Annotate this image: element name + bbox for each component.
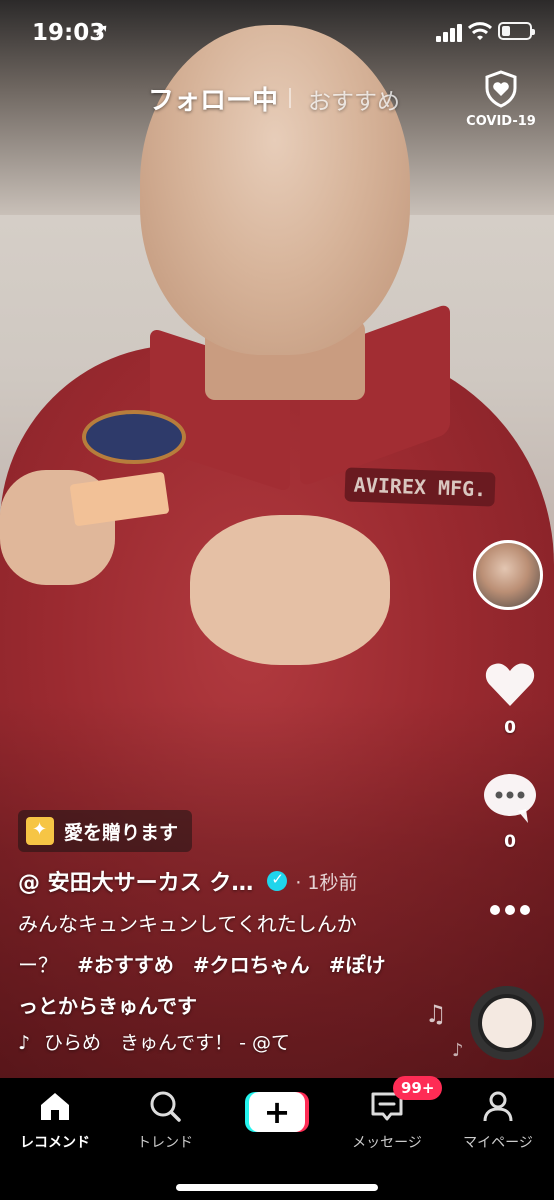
video-name-tag: AVIREX MFG.	[344, 467, 496, 507]
hashtag-link[interactable]: #おすすめ	[77, 953, 174, 977]
nav-profile-label: マイページ	[463, 1135, 533, 1151]
nav-trend[interactable]: トレンド	[115, 1088, 215, 1152]
caption-line-2: ー？ #おすすめ #クロちゃん #ぽけ	[18, 945, 428, 986]
video-hand-right	[190, 515, 390, 665]
comment-icon[interactable]	[482, 771, 538, 825]
hashtag-link[interactable]: #ぽけ	[329, 953, 386, 977]
status-bar: 19:03 ➚	[0, 0, 554, 64]
like-count: 0	[504, 718, 516, 738]
wifi-icon	[467, 22, 493, 40]
cellular-signal-icon	[436, 24, 462, 42]
sound-disc[interactable]	[470, 986, 544, 1060]
tab-following[interactable]: フォロー中	[148, 80, 278, 117]
shield-heart-icon	[485, 70, 517, 108]
caption-text: ー？	[18, 953, 58, 977]
author-row: @ 安田大サーカス ク… · 1秒前	[18, 866, 468, 896]
post-time: · 1秒前	[295, 871, 358, 894]
search-icon	[150, 1091, 181, 1122]
sound-disc-artwork	[482, 998, 532, 1048]
battery-icon	[498, 22, 535, 40]
notification-badge: 99+	[393, 1076, 443, 1100]
sound-title: ひらめ きゅんです！ - @て	[44, 1032, 291, 1054]
nav-home[interactable]: レコメンド	[5, 1088, 105, 1152]
verified-badge-icon	[267, 870, 288, 891]
music-note-icon: ♪	[18, 1032, 31, 1054]
battery-level	[502, 26, 510, 36]
post-caption: みんなキュンキュンしてくれたしんか ー？ #おすすめ #クロちゃん #ぽけ っと…	[18, 904, 428, 1027]
video-person-head	[140, 25, 410, 355]
author-name[interactable]: @ 安田大サーカス ク…	[18, 865, 253, 897]
covid-button[interactable]: COVID-19	[466, 70, 536, 129]
nav-profile[interactable]: マイページ	[448, 1088, 548, 1152]
home-indicator	[176, 1184, 378, 1191]
caption-line-3[interactable]: っとからきゅんです	[18, 986, 428, 1027]
plus-icon: +	[249, 1092, 305, 1132]
like-heart-icon[interactable]	[482, 656, 538, 712]
create-button[interactable]: +	[245, 1092, 309, 1132]
share-more-icon[interactable]	[487, 898, 533, 922]
gift-label: 愛を贈ります	[64, 821, 179, 844]
sound-row[interactable]: ♪ ひらめ きゅんです！ - @て	[18, 1028, 318, 1054]
bottom-nav: レコメンド トレンド + メッセージ 99+ マイページ	[0, 1076, 554, 1200]
hashtag-link[interactable]: #クロちゃん	[193, 953, 310, 977]
home-icon	[41, 1093, 69, 1120]
tab-recommended[interactable]: おすすめ	[308, 82, 400, 116]
location-arrow-icon: ➚	[94, 20, 110, 41]
gift-banner[interactable]: 愛を贈ります	[18, 810, 193, 852]
nav-messages-label: メッセージ	[352, 1135, 422, 1151]
covid-label: COVID-19	[466, 114, 536, 129]
video-patch	[82, 410, 186, 464]
gift-sparkle-icon	[26, 817, 54, 845]
comment-count: 0	[504, 832, 516, 852]
screen: AVIREX MFG. 19:03 ➚ フォロー中 おすすめ COVID-19 …	[0, 0, 554, 1200]
nav-home-label: レコメンド	[20, 1135, 90, 1151]
profile-icon	[483, 1091, 513, 1122]
tab-divider	[289, 88, 291, 108]
nav-trend-label: トレンド	[137, 1135, 193, 1151]
creator-avatar[interactable]	[473, 540, 543, 610]
music-note-small-icon: ♪	[452, 1040, 464, 1061]
caption-line-1: みんなキュンキュンしてくれたしんか	[18, 912, 357, 936]
music-note-icon: ♫	[425, 1000, 447, 1028]
